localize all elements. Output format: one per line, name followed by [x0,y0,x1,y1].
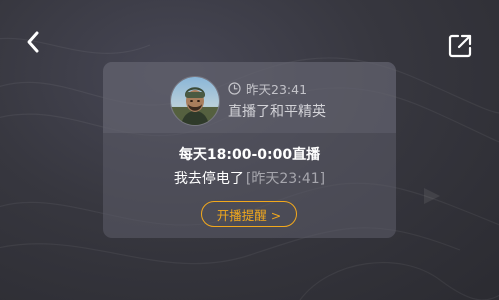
anchor-avatar[interactable] [170,76,220,126]
live-reminder-button[interactable]: 开播提醒 > [201,201,297,227]
live-reminder-label: 开播提醒 > [216,207,282,223]
share-external-icon [448,34,472,58]
last-live-time: 昨天23:41 [246,81,308,97]
anchor-offline-card: 昨天23:41 直播了和平精英 每天18:00-0:00直播 我去停电了 [昨天2… [103,62,396,238]
user-avatar [171,77,219,125]
share-button[interactable] [445,31,475,61]
anchor-message: 我去停电了 [昨天23:41] [103,168,396,188]
back-button[interactable] [20,28,46,56]
message-text: 我去停电了 [173,171,244,187]
live-schedule: 每天18:00-0:00直播 [178,147,321,163]
last-live-time-row: 昨天23:41 [228,80,308,97]
clock-icon [228,81,241,95]
message-time: [昨天23:41] [245,171,326,187]
chevron-left-icon [27,31,39,53]
live-status-text: 直播了和平精英 [228,104,326,120]
card-header [103,62,396,133]
